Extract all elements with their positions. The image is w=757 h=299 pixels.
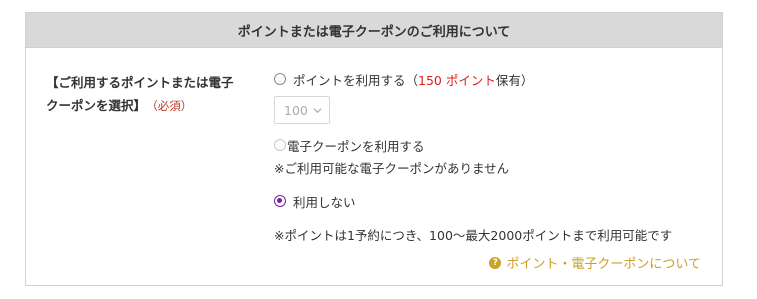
- help-link[interactable]: ? ポイント・電子クーポンについて: [489, 253, 701, 272]
- points-limit-note: ※ポイントは1予約につき、100〜最大2000ポイントまで利用可能です: [274, 228, 673, 243]
- points-select-value: 100: [284, 102, 308, 118]
- points-coupon-panel: ポイントまたは電子クーポンのご利用について 【ご利用するポイントまたは電子 クー…: [25, 12, 723, 286]
- coupon-radio[interactable]: [274, 139, 286, 151]
- coupon-note: ※ご利用可能な電子クーポンがありません: [274, 161, 510, 176]
- field-label: 【ご利用するポイントまたは電子 クーポンを選択】 （必須）: [46, 71, 256, 118]
- points-amount: 150 ポイント: [418, 72, 496, 88]
- coupon-label: 電子クーポンを利用する: [287, 138, 425, 154]
- option-none[interactable]: 利用しない: [274, 191, 714, 211]
- points-label-suffix: 保有）: [495, 72, 534, 88]
- none-radio[interactable]: [274, 195, 286, 207]
- points-radio[interactable]: [274, 73, 286, 85]
- none-label: 利用しない: [293, 194, 356, 210]
- options-group: ポイントを利用する（ 150 ポイント 保有） 100 電子クーポンを利用する ※ご…: [274, 69, 714, 244]
- panel-title: ポイントまたは電子クーポンのご利用について: [26, 13, 722, 48]
- question-circle-icon: ?: [489, 256, 502, 269]
- points-amount-select[interactable]: 100: [274, 96, 330, 124]
- option-use-points[interactable]: ポイントを利用する（ 150 ポイント 保有）: [274, 69, 714, 89]
- points-label-prefix: ポイントを利用する（: [293, 72, 419, 88]
- option-use-coupon[interactable]: 電子クーポンを利用する: [274, 135, 714, 155]
- required-badge: （必須）: [152, 99, 193, 113]
- field-label-line1: 【ご利用するポイントまたは電子: [46, 75, 234, 90]
- chevron-down-icon: [313, 108, 322, 114]
- field-label-line2: クーポンを選択】: [46, 98, 147, 113]
- help-link-label: ポイント・電子クーポンについて: [506, 257, 701, 272]
